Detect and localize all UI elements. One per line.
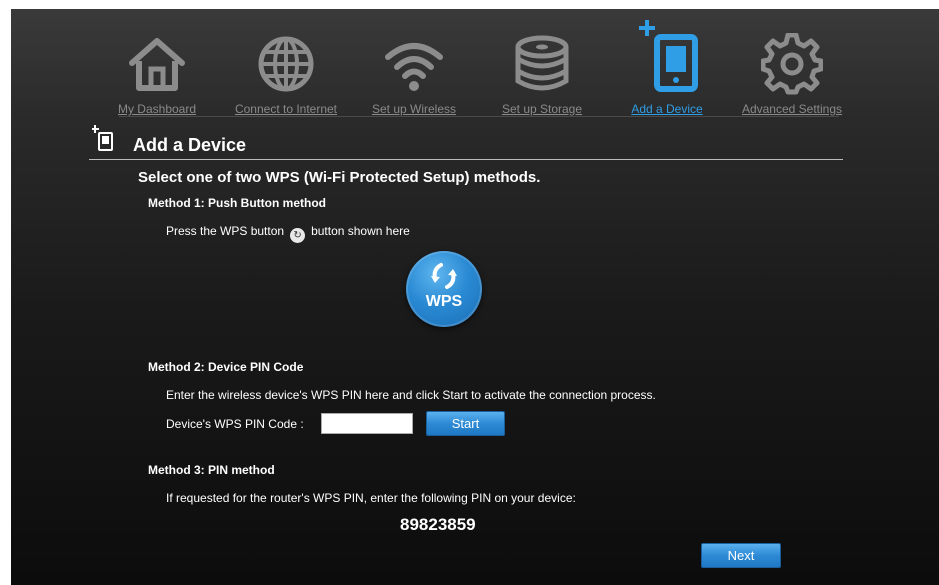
wps-pin-input[interactable] — [321, 413, 413, 434]
nav-item-advanced-settings[interactable]: Advanced Settings — [732, 9, 852, 124]
app-frame: My Dashboard Connect to Internet Set up … — [11, 9, 939, 585]
router-wps-pin: 89823859 — [400, 515, 476, 534]
next-button[interactable]: Next — [701, 543, 781, 568]
title-divider — [89, 159, 843, 160]
globe-icon — [258, 36, 314, 92]
page-subtitle: Select one of two WPS (Wi-Fi Protected S… — [138, 169, 541, 186]
nav-item-add-a-device[interactable]: Add a Device — [607, 9, 727, 124]
method1-heading: Method 1: Push Button method — [148, 196, 326, 210]
nav-divider — [119, 116, 839, 117]
pin-code-label: Device's WPS PIN Code : — [166, 417, 304, 431]
nav-label: My Dashboard — [117, 102, 197, 116]
start-button[interactable]: Start — [426, 411, 505, 436]
gear-icon — [761, 33, 823, 95]
add-device-small-icon — [92, 125, 113, 151]
wps-arrows-icon — [431, 263, 457, 289]
method1-instructions: Press the WPS button ↻ button shown here — [166, 224, 410, 243]
method3-instructions: If requested for the router's WPS PIN, e… — [166, 491, 576, 505]
method1-text-before: Press the WPS button — [166, 224, 285, 238]
wps-button-label: WPS — [425, 293, 463, 310]
nav-item-set-up-wireless[interactable]: Set up Wireless — [354, 9, 474, 124]
method1-text-after: button shown here — [311, 224, 410, 238]
nav-item-set-up-storage[interactable]: Set up Storage — [482, 9, 602, 124]
nav-label: Advanced Settings — [741, 102, 843, 116]
add-device-icon — [639, 20, 698, 92]
wps-button[interactable]: WPS — [406, 251, 482, 327]
method3-heading: Method 3: PIN method — [148, 463, 275, 477]
method2-instructions: Enter the wireless device's WPS PIN here… — [166, 388, 656, 402]
nav-label: Connect to Internet — [234, 102, 338, 116]
wifi-icon — [385, 43, 443, 91]
nav-label: Set up Wireless — [371, 102, 457, 116]
nav-label: Set up Storage — [501, 102, 583, 116]
nav-item-my-dashboard[interactable]: My Dashboard — [97, 9, 217, 124]
wps-small-icon: ↻ — [290, 228, 306, 243]
method2-heading: Method 2: Device PIN Code — [148, 360, 304, 374]
nav-label: Add a Device — [631, 102, 703, 116]
nav-item-connect-to-internet[interactable]: Connect to Internet — [226, 9, 346, 124]
home-icon — [129, 38, 185, 91]
page-title: Add a Device — [133, 135, 247, 155]
storage-icon — [515, 35, 569, 91]
